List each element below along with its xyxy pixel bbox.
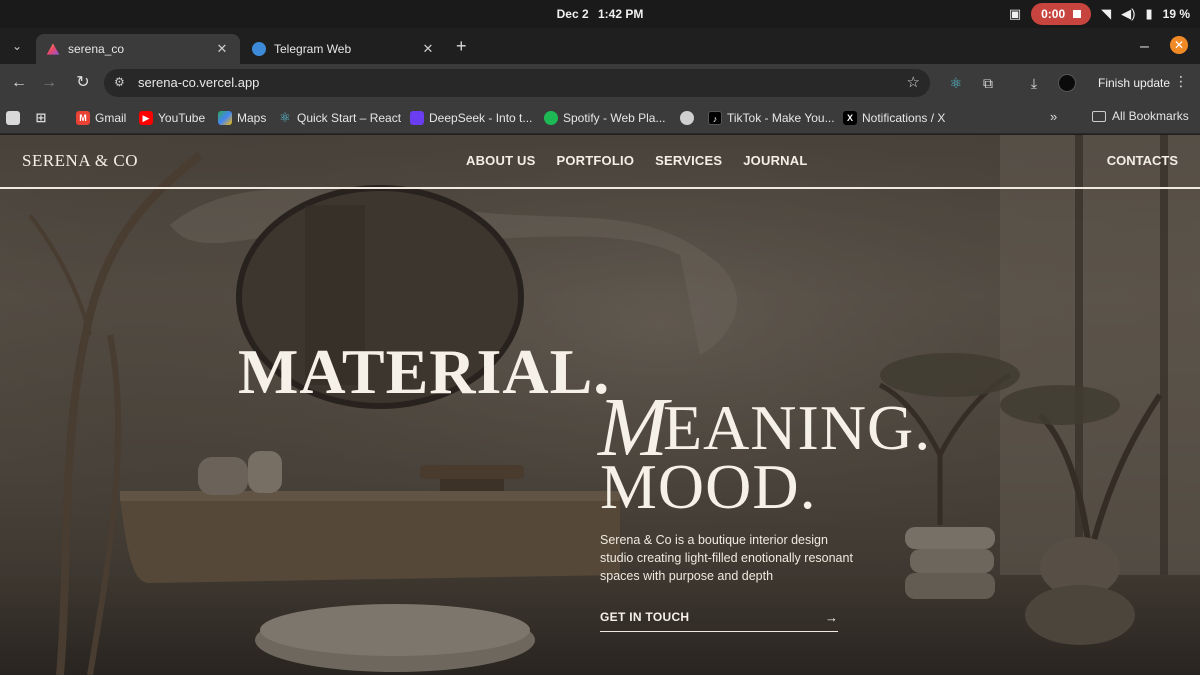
nav-about-us[interactable]: ABOUT US [466, 153, 536, 168]
maps-icon [218, 111, 232, 125]
site-navbar: SERENA & CO ABOUT US PORTFOLIO SERVICES … [0, 135, 1200, 189]
arrow-right-icon: → [825, 610, 838, 625]
bookmark-label: TikTok - Make You... [727, 111, 835, 125]
battery-icon[interactable]: ▮ [1145, 6, 1152, 22]
forward-icon[interactable]: → [38, 72, 60, 94]
battery-level: 19 % [1162, 7, 1190, 21]
minimize-window-icon[interactable]: – [1140, 38, 1149, 56]
tab-title: Telegram Web [274, 42, 352, 56]
nav-contacts[interactable]: CONTACTS [1107, 153, 1178, 168]
site-info-icon[interactable]: ⚙ [114, 75, 128, 91]
browser-toolbar: ← → ↻ ⚙ serena-co.vercel.app ☆ ⚛ ⧉ ⤓ Fin… [0, 64, 1200, 102]
tab-groups-icon[interactable] [6, 109, 25, 127]
react-devtools-icon[interactable]: ⚛ [946, 73, 966, 93]
recording-time: 0:00 [1041, 7, 1066, 21]
gmail-icon: M [76, 111, 90, 125]
new-tab-button[interactable]: + [456, 36, 467, 56]
close-window-icon[interactable]: ✕ [1170, 36, 1188, 54]
nav-services[interactable]: SERVICES [655, 153, 722, 168]
os-time: 1:42 PM [598, 7, 644, 21]
nav-portfolio[interactable]: PORTFOLIO [557, 153, 635, 168]
deepseek-icon [410, 111, 424, 125]
browser-menu-icon[interactable]: ⋮ [1174, 73, 1188, 90]
screen-recording-indicator[interactable]: 0:00 [1031, 3, 1092, 25]
youtube-icon: ▶ [139, 111, 153, 125]
reload-icon[interactable]: ↻ [72, 72, 94, 94]
os-status-area: ▣ 0:00 ◥ ◀) ▮ 19 % [1009, 3, 1190, 25]
bookmark-maps[interactable]: Maps [218, 109, 266, 127]
bookmark-deepseek[interactable]: DeepSeek - Into t... [410, 109, 532, 127]
address-bar[interactable]: ⚙ serena-co.vercel.app ☆ [104, 69, 930, 97]
tab-serena-co[interactable]: serena_co ✕ [36, 34, 240, 64]
tab-search-chevron-icon[interactable]: ⌄ [6, 36, 28, 56]
bookmark-label: YouTube [158, 111, 206, 125]
website-viewport[interactable]: SERENA & CO ABOUT US PORTFOLIO SERVICES … [0, 135, 1200, 675]
hero-headline-material: MATERIAL. [238, 336, 611, 407]
apps-grid-icon[interactable]: ⊞ [34, 109, 53, 127]
bookmarks-bar: ⊞ M Gmail ▶ YouTube Maps ⚛ Quick Start –… [0, 102, 1200, 134]
back-icon[interactable]: ← [8, 72, 30, 94]
site-logo[interactable]: SERENA & CO [22, 151, 138, 171]
hero-headline-mood: MOOD. [600, 451, 817, 522]
react-icon: ⚛ [279, 110, 291, 125]
os-top-bar: Dec 2 1:42 PM ▣ 0:00 ◥ ◀) ▮ 19 % [0, 0, 1200, 28]
close-tab-icon[interactable]: ✕ [420, 41, 436, 57]
all-bookmarks-folder[interactable]: All Bookmarks [1092, 109, 1189, 123]
more-bookmarks-chevron-icon[interactable]: » [1050, 109, 1057, 124]
wifi-icon[interactable]: ◥ [1101, 6, 1111, 22]
bookmark-youtube[interactable]: ▶ YouTube [139, 109, 205, 127]
tiktok-icon: ♪ [708, 111, 722, 125]
bookmark-x-notifications[interactable]: X Notifications / X [843, 109, 945, 127]
tab-telegram-web[interactable]: Telegram Web ✕ [242, 34, 446, 64]
bookmark-label: DeepSeek - Into t... [429, 111, 533, 125]
folder-icon [1092, 110, 1106, 122]
extensions-icon[interactable]: ⧉ [978, 73, 998, 93]
download-icon[interactable]: ⤓ [1024, 73, 1044, 93]
profile-avatar[interactable] [1058, 74, 1076, 92]
bookmark-label: Gmail [95, 111, 127, 125]
x-icon: X [843, 111, 857, 125]
bookmark-label: Quick Start – React [297, 111, 402, 125]
cta-label: GET IN TOUCH [600, 610, 690, 624]
bookmark-label: Maps [237, 111, 267, 125]
nav-journal[interactable]: JOURNAL [743, 153, 807, 168]
globe-icon [680, 111, 694, 125]
vercel-favicon-icon [46, 43, 60, 55]
get-in-touch-button[interactable]: GET IN TOUCH → [600, 610, 838, 632]
stop-recording-icon[interactable] [1073, 10, 1082, 18]
bookmark-react-quick-start[interactable]: ⚛ Quick Start – React [278, 109, 401, 127]
all-bookmarks-label: All Bookmarks [1112, 109, 1189, 123]
bookmark-label: Notifications / X [862, 111, 946, 125]
tab-strip: ⌄ serena_co ✕ Telegram Web ✕ + – ✕ [0, 28, 1200, 64]
bookmark-globe[interactable] [680, 109, 699, 127]
os-date: Dec 2 [556, 7, 589, 21]
bookmark-star-icon[interactable]: ☆ [907, 73, 920, 91]
bookmark-label: Spotify - Web Pla... [563, 111, 666, 125]
bookmark-tiktok[interactable]: ♪ TikTok - Make You... [708, 109, 835, 127]
tab-title: serena_co [68, 42, 125, 56]
spotify-icon [544, 111, 558, 125]
bookmark-spotify[interactable]: Spotify - Web Pla... [544, 109, 666, 127]
finish-update-button[interactable]: Finish update [1090, 71, 1178, 95]
volume-icon[interactable]: ◀) [1121, 6, 1135, 22]
site-nav-links: ABOUT US PORTFOLIO SERVICES JOURNAL [466, 153, 808, 168]
close-tab-icon[interactable]: ✕ [214, 41, 230, 57]
telegram-favicon-icon [252, 42, 266, 56]
bookmark-gmail[interactable]: M Gmail [76, 109, 126, 127]
url-text[interactable]: serena-co.vercel.app [138, 75, 259, 90]
hero-tagline: Serena & Co is a boutique interior desig… [600, 533, 853, 583]
screen-share-icon[interactable]: ▣ [1009, 6, 1021, 22]
